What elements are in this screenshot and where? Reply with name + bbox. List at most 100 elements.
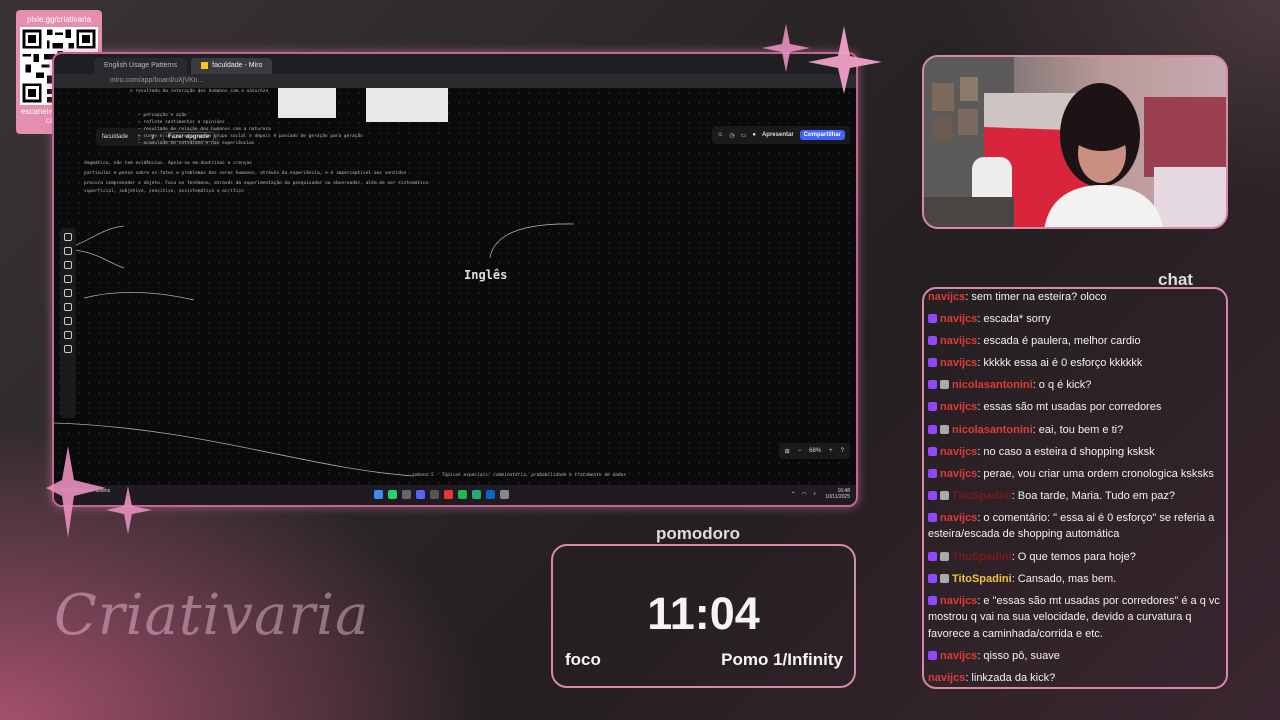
browser-tab-active[interactable]: faculdade - Miro xyxy=(191,58,273,74)
miro-collab-bar: ☺ ◷ ▭ ● Apresentar Compartilhar xyxy=(712,126,850,144)
address-bar[interactable]: miro.com/app/board/uXjVKn... xyxy=(54,74,856,88)
chat-text: : no caso a esteira d shopping ksksk xyxy=(977,445,1155,458)
share-button[interactable]: Compartilhar xyxy=(799,130,845,140)
webcam-image xyxy=(924,57,1226,227)
user-badge-icon xyxy=(940,573,949,583)
start-icon[interactable] xyxy=(374,490,383,499)
user-badge-icon xyxy=(940,380,949,390)
volume-icon[interactable]: ♪ xyxy=(813,491,816,498)
twitch-icon xyxy=(928,380,937,390)
settings-icon[interactable] xyxy=(402,490,411,499)
chat-message: navijcs: escada* sorry xyxy=(928,311,1222,328)
chat-message: navijcs: e "essas são mt usadas por corr… xyxy=(928,593,1222,643)
webcam-feed xyxy=(922,55,1228,229)
chat-message: nicolasantonini: eai, tou bem e ti? xyxy=(928,422,1222,439)
text-tool-icon[interactable] xyxy=(64,261,72,269)
chat-text: : perae, vou criar uma ordem cronologica… xyxy=(977,467,1214,480)
chat-username[interactable]: navijcs xyxy=(940,512,977,524)
app-icon[interactable] xyxy=(430,490,439,499)
chat-message: navijcs: escada é paulera, melhor cardio xyxy=(928,333,1222,350)
chat-username[interactable]: navijcs xyxy=(940,313,977,325)
vscode-icon[interactable] xyxy=(486,490,495,499)
select-tool-icon[interactable] xyxy=(64,233,72,241)
chat-username[interactable]: TitoSpadini xyxy=(952,551,1012,563)
browser-tab[interactable]: English Usage Patterns xyxy=(94,58,188,74)
tab-label: English Usage Patterns xyxy=(104,62,178,69)
chat-username[interactable]: TitoSpadini xyxy=(952,573,1012,585)
chat-text: : eai, tou bem e ti? xyxy=(1032,423,1124,436)
tab-label: faculdade - Miro xyxy=(212,62,263,69)
chat-message: TitoSpadini: Cansado, mas bem. xyxy=(928,571,1222,588)
zoom-out-button[interactable]: − xyxy=(798,448,802,454)
whatsapp-icon[interactable] xyxy=(388,490,397,499)
app-icon[interactable] xyxy=(444,490,453,499)
timer-icon[interactable]: ◷ xyxy=(729,132,734,139)
chat-message: navijcs: linkzada da kick? xyxy=(928,670,1222,687)
twitch-icon xyxy=(928,358,937,368)
taskbar-clock[interactable]: 16:48 10/11/2025 xyxy=(825,488,850,500)
chat-username[interactable]: navijcs xyxy=(940,401,977,413)
twitch-icon xyxy=(928,314,937,324)
chat-text: : o q é kick? xyxy=(1032,379,1092,392)
pomodoro-mode: foco xyxy=(565,650,601,669)
twitch-icon xyxy=(928,512,937,522)
mind-map-connectors xyxy=(54,223,575,477)
chat-username[interactable]: navijcs xyxy=(940,595,977,607)
sticky-note-icon[interactable] xyxy=(64,247,72,255)
twitch-icon xyxy=(928,402,937,412)
chat-username[interactable]: navijcs xyxy=(940,335,977,347)
twitch-icon xyxy=(928,468,937,478)
chat-username[interactable]: TitoSpadini xyxy=(952,490,1012,502)
spotify-icon[interactable] xyxy=(458,490,467,499)
discord-icon[interactable] xyxy=(416,490,425,499)
board-node-title[interactable]: Inglês xyxy=(464,268,507,282)
comment-icon[interactable] xyxy=(64,317,72,325)
chat-text: : essas são mt usadas por corredores xyxy=(977,401,1162,414)
grid-icon[interactable] xyxy=(64,331,72,339)
system-tray: ⌃ ◠ ♪ xyxy=(791,491,816,498)
zoom-in-button[interactable]: + xyxy=(829,448,833,454)
reactions-icon[interactable]: ☺ xyxy=(717,132,723,138)
chat-text: : escada é paulera, melhor cardio xyxy=(977,335,1141,348)
pen-icon[interactable] xyxy=(64,289,72,297)
chat-text: : qisso pô, suave xyxy=(977,649,1060,662)
chat-username[interactable]: nicolasantonini xyxy=(952,379,1033,391)
chat-username[interactable]: navijcs xyxy=(940,446,977,458)
sparkle-decoration xyxy=(46,446,152,538)
pomodoro-title: pomodoro xyxy=(656,524,741,543)
twitch-icon xyxy=(928,424,937,434)
video-icon[interactable]: ▭ xyxy=(741,132,747,139)
chat-username[interactable]: nicolasantonini xyxy=(952,424,1033,436)
chevron-up-icon[interactable]: ⌃ xyxy=(791,491,796,498)
chat-message: navijcs: essas são mt usadas por corredo… xyxy=(928,399,1222,416)
twitch-icon xyxy=(928,446,937,456)
chat-message: navijcs: sem timer na esteira? oloco xyxy=(928,289,1222,306)
chat-username[interactable]: navijcs xyxy=(928,291,965,303)
twitch-icon xyxy=(928,595,937,605)
miro-icon xyxy=(201,61,209,69)
browser-tab-strip: English Usage Patterns faculdade - Miro xyxy=(54,54,856,74)
clock-date: 10/11/2025 xyxy=(825,494,850,500)
help-icon[interactable]: ? xyxy=(841,448,844,454)
zoom-level[interactable]: 68% xyxy=(809,448,821,454)
chat-message: navijcs: no caso a esteira d shopping ks… xyxy=(928,444,1222,461)
app-icon[interactable] xyxy=(472,490,481,499)
chat-username[interactable]: navijcs xyxy=(928,672,965,684)
frame-icon[interactable] xyxy=(64,303,72,311)
chat-message: navijcs: o comentário: " essa ai é 0 esf… xyxy=(928,510,1222,543)
app-icon[interactable] xyxy=(500,490,509,499)
chat-username[interactable]: navijcs xyxy=(940,357,977,369)
miro-board[interactable]: faculdade ⋮ ⇪ Fazer upgrade o resultado … xyxy=(54,88,856,485)
twitch-icon xyxy=(928,490,937,500)
plus-icon[interactable] xyxy=(64,345,72,353)
user-badge-icon xyxy=(940,424,949,434)
wifi-icon[interactable]: ◠ xyxy=(802,491,807,498)
shapes-icon[interactable] xyxy=(64,275,72,283)
avatar[interactable]: ● xyxy=(752,132,756,138)
chat-username[interactable]: navijcs xyxy=(940,650,977,662)
twitch-icon xyxy=(928,650,937,660)
mind-map-footer: semana 5 - Tópicos especiais: combinatór… xyxy=(412,473,627,478)
fit-icon[interactable]: ⊞ xyxy=(785,448,790,455)
chat-username[interactable]: navijcs xyxy=(940,468,977,480)
present-button[interactable]: Apresentar xyxy=(762,132,794,138)
